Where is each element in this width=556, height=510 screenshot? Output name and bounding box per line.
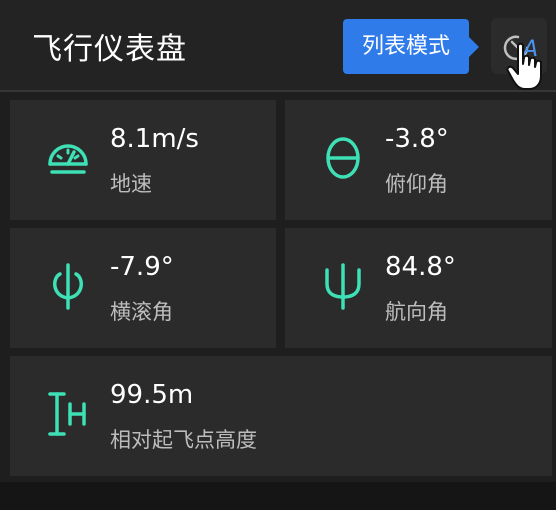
- pitch-value: -3.8°: [385, 124, 449, 154]
- height-card: 99.5m 相对起飞点高度: [10, 356, 552, 476]
- heading-value: 84.8°: [385, 252, 456, 282]
- phi-icon: [53, 263, 83, 310]
- telemetry-grid: 8.1m/s 地速 -3.8° 俯仰角 -7.9° 横滚角 84.8° 航向角 …: [10, 100, 552, 476]
- flight-dashboard-panel: 飞行仪表盘 列表模式 A 8.1m/s 地速 -3.8° 俯仰角 -7.9° 横…: [0, 0, 556, 510]
- heading-label: 航向角: [385, 300, 448, 324]
- ground-speed-label: 地速: [110, 172, 152, 196]
- roll-value: -7.9°: [110, 252, 174, 282]
- pitch-card: -3.8° 俯仰角: [285, 100, 552, 220]
- height-value: 99.5m: [110, 380, 194, 410]
- panel-header: 飞行仪表盘 列表模式 A: [0, 0, 556, 92]
- pitch-label: 俯仰角: [385, 172, 448, 196]
- height-label: 相对起飞点高度: [110, 428, 257, 452]
- heading-card: 84.8° 航向角: [285, 228, 552, 348]
- roll-label: 横滚角: [110, 300, 173, 324]
- list-mode-tooltip: 列表模式: [343, 19, 479, 74]
- hand-cursor-icon: [506, 42, 542, 90]
- panel-footer: [0, 482, 556, 510]
- psi-icon: [325, 263, 361, 310]
- height-icon: [48, 392, 86, 436]
- ground-speed-card: 8.1m/s 地速: [10, 100, 276, 220]
- speedometer-icon: [48, 144, 88, 174]
- roll-card: -7.9° 横滚角: [10, 228, 276, 348]
- theta-icon: [326, 137, 360, 179]
- panel-title: 飞行仪表盘: [32, 32, 187, 67]
- ground-speed-value: 8.1m/s: [110, 124, 199, 154]
